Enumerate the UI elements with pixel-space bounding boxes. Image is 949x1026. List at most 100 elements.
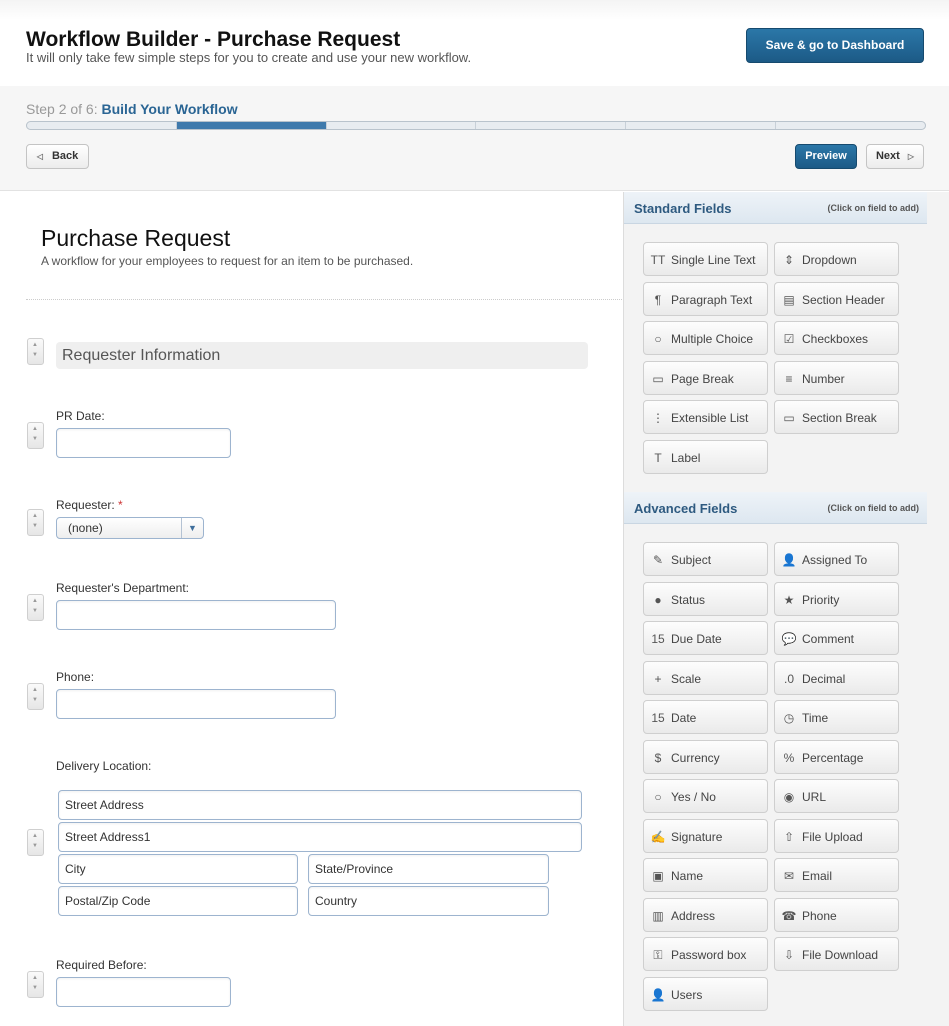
add-field-single-line-text-button[interactable]: TT Single Line Text xyxy=(643,242,768,276)
street-address1-field[interactable]: Street Address1 xyxy=(58,822,582,852)
progress-segment xyxy=(626,122,777,129)
add-field-paragraph-text-button[interactable]: ¶ Paragraph Text xyxy=(643,281,768,316)
add-field-phone-button[interactable]: ☎ Phone xyxy=(774,897,899,932)
step-bar: Step 2 of 6: Build Your Workflow ◁ Back … xyxy=(0,86,949,191)
email-icon: ✉ xyxy=(783,869,795,883)
state-field[interactable]: State/Province xyxy=(308,854,549,884)
preview-button[interactable]: Preview xyxy=(795,144,857,169)
field-type-label: Label xyxy=(671,450,701,465)
field-type-label: Yes / No xyxy=(671,790,716,804)
step-progress-bar xyxy=(26,121,926,130)
add-field-section-break-button[interactable]: ▭ Section Break xyxy=(774,400,899,434)
field-type-label: Address xyxy=(671,908,716,923)
drag-handle-icon[interactable] xyxy=(27,422,44,449)
field-type-label: Status xyxy=(671,592,706,607)
assigned-to-icon: 👤 xyxy=(781,553,797,567)
pr-date-field[interactable] xyxy=(56,428,231,458)
due-date-icon: 15 xyxy=(651,632,665,646)
add-field-extensible-list-button[interactable]: ⋮ Extensible List xyxy=(643,400,768,434)
section-break-icon: ▭ xyxy=(783,411,795,425)
section-header-requester[interactable]: Requester Information xyxy=(56,342,588,369)
add-field-users-button[interactable]: 👤 Users xyxy=(643,976,768,1011)
add-field-date-button[interactable]: 15 Date xyxy=(643,700,768,734)
pr-date-label: PR Date: xyxy=(56,409,105,423)
add-field-currency-button[interactable]: $ Currency xyxy=(643,739,768,774)
country-field[interactable]: Country xyxy=(308,886,549,916)
add-field-checkboxes-button[interactable]: ☑ Checkboxes xyxy=(774,321,899,355)
drag-handle-icon[interactable] xyxy=(27,829,44,856)
phone-icon: ☎ xyxy=(781,908,797,923)
add-field-url-button[interactable]: ◉ URL xyxy=(774,779,899,813)
drag-handle-icon[interactable] xyxy=(27,594,44,621)
add-field-yes-no-button[interactable]: ○ Yes / No xyxy=(643,779,768,813)
signature-icon: ✍ xyxy=(650,829,666,844)
field-type-label: Dropdown xyxy=(802,253,857,267)
back-label: Back xyxy=(51,150,79,162)
drag-handle-icon[interactable] xyxy=(27,971,44,998)
department-label: Requester's Department: xyxy=(56,581,190,595)
progress-segment xyxy=(327,122,477,129)
step-name: Build Your Workflow xyxy=(101,101,238,117)
form-canvas: Purchase Request A workflow for your emp… xyxy=(0,192,622,1026)
standard-fields-hint: (Click on field to add) xyxy=(827,203,920,213)
form-description[interactable]: A workflow for your employees to request… xyxy=(41,254,413,268)
date-icon: 15 xyxy=(651,711,665,725)
add-field-status-button[interactable]: ● Status xyxy=(643,581,768,616)
add-field-file-download-button[interactable]: ⇩ File Download xyxy=(774,937,899,971)
field-type-label: Decimal xyxy=(802,671,846,686)
url-icon: ◉ xyxy=(783,790,795,804)
save-dashboard-button[interactable]: Save & go to Dashboard xyxy=(746,28,924,63)
time-icon: ◷ xyxy=(783,711,795,725)
add-field-comment-button[interactable]: 💬 Comment xyxy=(774,621,899,655)
add-field-decimal-button[interactable]: .0 Decimal xyxy=(774,660,899,695)
zip-field[interactable]: Postal/Zip Code xyxy=(58,886,298,916)
next-button[interactable]: Next ▷ xyxy=(866,144,924,169)
add-field-number-button[interactable]: ≡ Number xyxy=(774,360,899,395)
field-palette: Standard Fields (Click on field to add) … xyxy=(623,192,949,1026)
field-type-label: Name xyxy=(671,869,704,883)
add-field-file-upload-button[interactable]: ⇧ File Upload xyxy=(774,818,899,853)
required-marker: * xyxy=(118,498,123,512)
currency-icon: $ xyxy=(654,750,662,765)
add-field-assigned-to-button[interactable]: 👤 Assigned To xyxy=(774,542,899,576)
drag-handle-icon[interactable] xyxy=(27,338,44,365)
add-field-percentage-button[interactable]: % Percentage xyxy=(774,739,899,774)
add-field-address-button[interactable]: ▥ Address xyxy=(643,897,768,932)
required-before-field[interactable] xyxy=(56,977,231,1007)
next-label: Next xyxy=(875,150,900,162)
requester-select[interactable]: (none) ▼ xyxy=(56,517,204,539)
add-field-signature-button[interactable]: ✍ Signature xyxy=(643,818,768,853)
single-line-text-icon: TT xyxy=(650,253,666,267)
phone-label: Phone: xyxy=(56,670,95,684)
step-indicator: Step 2 of 6: Build Your Workflow xyxy=(26,101,238,117)
add-field-due-date-button[interactable]: 15 Due Date xyxy=(643,621,768,655)
add-field-email-button[interactable]: ✉ Email xyxy=(774,858,899,892)
add-field-priority-button[interactable]: ★ Priority xyxy=(774,581,899,616)
status-icon: ● xyxy=(654,592,662,607)
add-field-dropdown-button[interactable]: ⇕ Dropdown xyxy=(774,242,899,276)
add-field-subject-button[interactable]: ✎ Subject xyxy=(643,542,768,576)
add-field-name-button[interactable]: ▣ Name xyxy=(643,858,768,892)
field-type-label: File Upload xyxy=(802,829,863,844)
add-field-password-box-button[interactable]: ⚿ Password box xyxy=(643,937,768,971)
add-field-time-button[interactable]: ◷ Time xyxy=(774,700,899,734)
phone-field[interactable] xyxy=(56,689,336,719)
add-field-page-break-button[interactable]: ▭ Page Break xyxy=(643,360,768,395)
add-field-label-button[interactable]: T Label xyxy=(643,439,768,474)
add-field-section-header-button[interactable]: ▤ Section Header xyxy=(774,281,899,316)
progress-segment xyxy=(27,122,177,129)
drag-handle-icon[interactable] xyxy=(27,683,44,710)
drag-handle-icon[interactable] xyxy=(27,509,44,536)
add-field-multiple-choice-button[interactable]: ○ Multiple Choice xyxy=(643,321,768,355)
back-button[interactable]: ◁ Back xyxy=(26,144,89,169)
department-field[interactable] xyxy=(56,600,336,630)
form-title[interactable]: Purchase Request xyxy=(41,225,230,252)
city-field[interactable]: City xyxy=(58,854,298,884)
progress-segment-active xyxy=(176,122,327,129)
priority-icon: ★ xyxy=(783,592,795,607)
add-field-scale-button[interactable]: + Scale xyxy=(643,660,768,695)
advanced-fields-hint: (Click on field to add) xyxy=(827,503,920,513)
field-type-label: Scale xyxy=(671,671,702,686)
requester-select-value: (none) xyxy=(68,521,103,535)
street-address-field[interactable]: Street Address xyxy=(58,790,582,820)
